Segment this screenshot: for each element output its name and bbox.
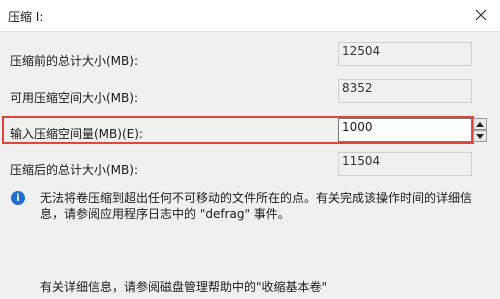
close-button[interactable] [470, 4, 492, 26]
help-message: 有关详细信息，请参阅磁盘管理帮助中的"收缩基本卷" [40, 280, 328, 294]
total-after-label: 压缩后的总计大小(MB): [10, 163, 138, 177]
total-before-value: 12504 [338, 42, 472, 66]
shrink-dialog: 压缩 I: 压缩前的总计大小(MB): 12504 可用压缩空间大小(MB): … [0, 0, 500, 299]
close-icon [475, 9, 487, 21]
amount-label: 输入压缩空间量(MB)(E): [10, 127, 143, 141]
total-before-label: 压缩前的总计大小(MB): [10, 54, 138, 68]
arrow-down-icon [476, 133, 484, 139]
available-label: 可用压缩空间大小(MB): [10, 91, 138, 105]
spin-down-button[interactable] [473, 130, 487, 142]
arrow-up-icon [476, 121, 484, 127]
info-icon: i [11, 191, 25, 205]
total-after-value: 11504 [338, 152, 472, 176]
spin-up-button[interactable] [473, 118, 487, 130]
window-title: 压缩 I: [8, 10, 44, 24]
amount-input[interactable]: 1000 [338, 118, 472, 142]
info-message: 无法将卷压缩到超出任何不可移动的文件所在的点。有关完成该操作时间的详细信息，请参… [40, 191, 473, 221]
title-bar: 压缩 I: [0, 0, 500, 32]
available-value: 8352 [338, 79, 472, 103]
